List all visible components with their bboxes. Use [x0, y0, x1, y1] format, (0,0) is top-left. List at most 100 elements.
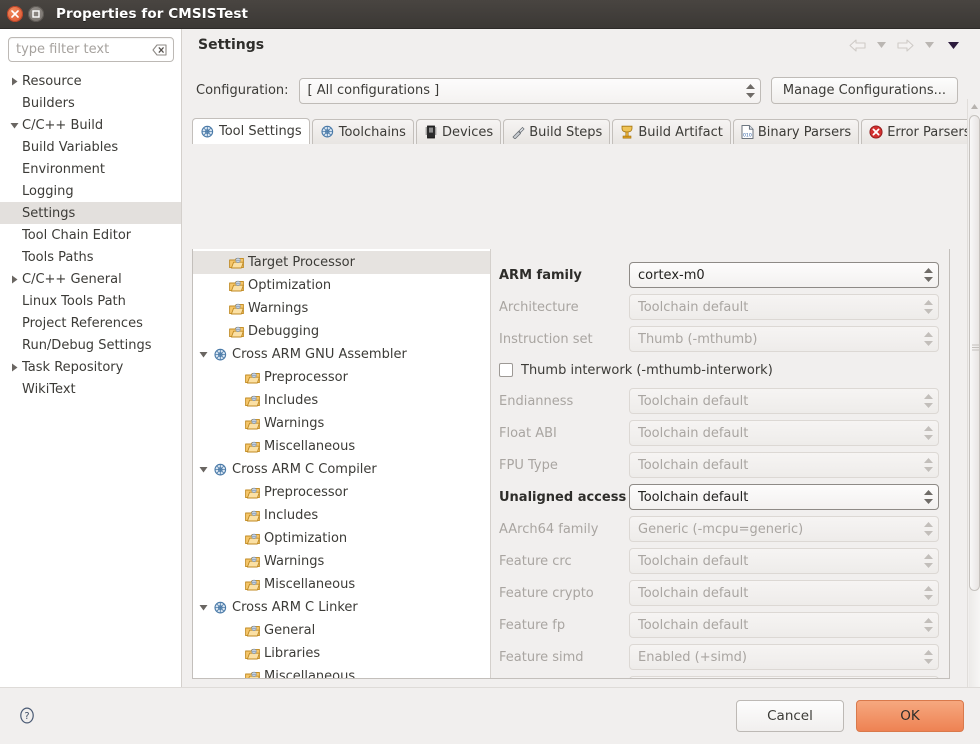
sidebar-item-c-c-build[interactable]: C/C++ Build [0, 114, 181, 136]
tree-collapsed-twisty-icon[interactable] [6, 77, 22, 86]
spinner-icon[interactable] [924, 586, 933, 600]
tab-devices[interactable]: Devices [415, 119, 502, 144]
sidebar-item-c-c-general[interactable]: C/C++ General [0, 268, 181, 290]
sidebar-item-run-debug-settings[interactable]: Run/Debug Settings [0, 334, 181, 356]
tool-tree-item-includes[interactable]: Includes [193, 504, 490, 527]
spinner-icon[interactable] [924, 650, 933, 664]
select-arm-family[interactable]: cortex-m0 [629, 262, 939, 288]
forward-menu-chevron-down-icon[interactable] [918, 34, 940, 56]
tool-tree-item-general[interactable]: General [193, 619, 490, 642]
tab-build-steps[interactable]: Build Steps [503, 119, 611, 144]
scrollbar-thumb[interactable] [969, 115, 980, 591]
tool-tree-item-miscellaneous[interactable]: Miscellaneous [193, 435, 490, 458]
select-instruction-set[interactable]: Thumb (-mthumb) [629, 326, 939, 352]
tool-tree-item-cross-arm-c-linker[interactable]: Cross ARM C Linker [193, 596, 490, 619]
select-float-abi[interactable]: Toolchain default [629, 420, 939, 446]
maximize-icon[interactable] [28, 6, 44, 22]
clear-icon[interactable] [152, 43, 167, 56]
sidebar-item-resource[interactable]: Resource [0, 70, 181, 92]
back-menu-chevron-down-icon[interactable] [870, 34, 892, 56]
manage-configurations-button[interactable]: Manage Configurations... [770, 77, 958, 104]
back-arrow-icon[interactable] [846, 34, 868, 56]
configuration-select[interactable]: [ All configurations ] [298, 77, 761, 104]
settings-tabstrip[interactable]: Tool Settings Toolchains Devices Build Step… [190, 118, 979, 144]
checkbox-row-thumb-interwork-mthumb-interwork[interactable]: Thumb interwork (-mthumb-interwork) [499, 355, 939, 385]
sidebar-item-label: Environment [22, 161, 106, 177]
select-feature-simd[interactable]: Enabled (+simd) [629, 644, 939, 670]
spinner-icon[interactable] [924, 618, 933, 632]
settings-vertical-scrollbar[interactable] [967, 99, 980, 707]
cancel-button[interactable]: Cancel [736, 700, 844, 732]
filter-box[interactable] [8, 37, 174, 62]
checkbox-thumb-interwork-mthumb-interwork[interactable] [499, 363, 513, 377]
sidebar-item-build-variables[interactable]: Build Variables [0, 136, 181, 158]
tool-tree-item-libraries[interactable]: Libraries [193, 642, 490, 665]
sidebar-item-task-repository[interactable]: Task Repository [0, 356, 181, 378]
spinner-icon[interactable] [924, 300, 933, 314]
tool-tree-item-preprocessor[interactable]: Preprocessor [193, 366, 490, 389]
field-value: Toolchain default [638, 457, 749, 473]
select-architecture[interactable]: Toolchain default [629, 294, 939, 320]
spinner-icon[interactable] [924, 426, 933, 440]
tool-tree-item-cross-arm-c-compiler[interactable]: Cross ARM C Compiler [193, 458, 490, 481]
spinner-icon[interactable] [924, 522, 933, 536]
tree-collapsed-twisty-icon[interactable] [6, 363, 22, 372]
spinner-icon[interactable] [924, 458, 933, 472]
sidebar-item-wikitext[interactable]: WikiText [0, 378, 181, 400]
select-feature-crypto[interactable]: Toolchain default [629, 580, 939, 606]
tab-tool-settings[interactable]: Tool Settings [192, 118, 310, 144]
spinner-icon[interactable] [924, 394, 933, 408]
sidebar-item-linux-tools-path[interactable]: Linux Tools Path [0, 290, 181, 312]
search-input[interactable] [9, 38, 173, 61]
tool-tree-item-warnings[interactable]: Warnings [193, 297, 490, 320]
tool-tree-item-optimization[interactable]: Optimization [193, 527, 490, 550]
tree-collapsed-twisty-icon[interactable] [6, 275, 22, 284]
spinner-icon[interactable] [924, 554, 933, 568]
tool-tree-item-warnings[interactable]: Warnings [193, 550, 490, 573]
tool-tree-item-cross-arm-gnu-assembler[interactable]: Cross ARM GNU Assembler [193, 343, 490, 366]
select-fpu-type[interactable]: Toolchain default [629, 452, 939, 478]
tool-tree-item-miscellaneous[interactable]: Miscellaneous [193, 665, 490, 678]
tool-option-tree[interactable]: Target Processor Optimization Warnings Debu… [193, 249, 491, 678]
spinner-icon[interactable] [924, 268, 933, 282]
tool-tree-item-miscellaneous[interactable]: Miscellaneous [193, 573, 490, 596]
select-feature-crc[interactable]: Toolchain default [629, 548, 939, 574]
select-feature-fp[interactable]: Toolchain default [629, 612, 939, 638]
tree-expanded-twisty-icon[interactable] [6, 121, 22, 130]
select-aarch64-family[interactable]: Generic (-mcpu=generic) [629, 516, 939, 542]
tree-expanded-twisty-icon[interactable] [195, 350, 211, 359]
tab-error-parsers[interactable]: Error Parsers [861, 119, 979, 144]
sidebar-item-tool-chain-editor[interactable]: Tool Chain Editor [0, 224, 181, 246]
tool-tree-item-target-processor[interactable]: Target Processor [193, 251, 490, 274]
close-icon[interactable] [7, 6, 23, 22]
ok-button[interactable]: OK [856, 700, 964, 732]
tab-binary-parsers[interactable]: 010 Binary Parsers [732, 119, 860, 144]
sidebar-item-logging[interactable]: Logging [0, 180, 181, 202]
tab-toolchains[interactable]: Toolchains [311, 119, 414, 144]
tree-expanded-twisty-icon[interactable] [195, 603, 211, 612]
tool-tree-item-optimization[interactable]: Optimization [193, 274, 490, 297]
help-icon[interactable]: ? [16, 705, 38, 727]
view-menu-chevron-down-icon[interactable] [942, 34, 964, 56]
select-code-model[interactable]: Small (-mcmodel=small) [629, 676, 939, 678]
tree-expanded-twisty-icon[interactable] [195, 465, 211, 474]
tool-tree-item-label: General [264, 623, 316, 638]
spinner-icon[interactable] [924, 490, 933, 504]
tool-tree-item-includes[interactable]: Includes [193, 389, 490, 412]
sidebar-item-tools-paths[interactable]: Tools Paths [0, 246, 181, 268]
select-endianness[interactable]: Toolchain default [629, 388, 939, 414]
spinner-icon[interactable] [745, 83, 755, 98]
tool-tree-item-warnings[interactable]: Warnings [193, 412, 490, 435]
sidebar-item-environment[interactable]: Environment [0, 158, 181, 180]
spinner-icon[interactable] [924, 332, 933, 346]
sidebar-item-settings[interactable]: Settings [0, 202, 181, 224]
scroll-up-arrow-icon[interactable] [969, 100, 980, 112]
sidebar-item-builders[interactable]: Builders [0, 92, 181, 114]
settings-category-tree[interactable]: Resource Builders C/C++ Build Build Variabl… [0, 68, 181, 400]
sidebar-item-project-references[interactable]: Project References [0, 312, 181, 334]
tool-tree-item-debugging[interactable]: Debugging [193, 320, 490, 343]
select-unaligned-access[interactable]: Toolchain default [629, 484, 939, 510]
tool-tree-item-preprocessor[interactable]: Preprocessor [193, 481, 490, 504]
tab-build-artifact[interactable]: Build Artifact [612, 119, 731, 144]
forward-arrow-icon[interactable] [894, 34, 916, 56]
